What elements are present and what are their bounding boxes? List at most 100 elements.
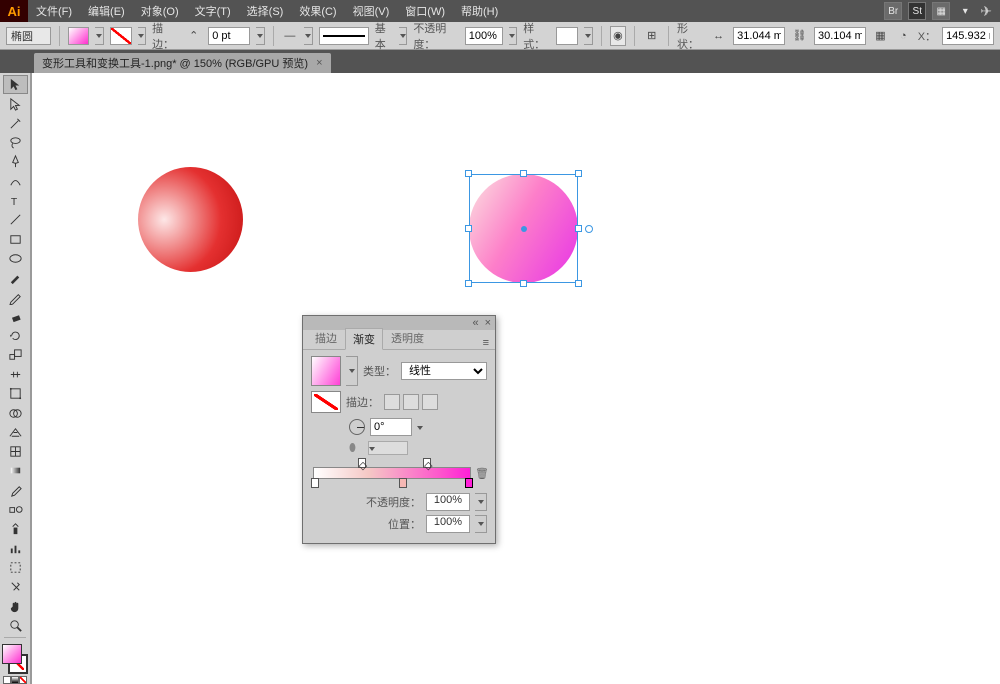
- gradient-preset-dropdown[interactable]: [346, 356, 358, 386]
- stroke-weight-input[interactable]: [208, 27, 250, 45]
- shape-builder-tool[interactable]: [3, 403, 28, 422]
- aspect-dropdown[interactable]: [368, 441, 408, 455]
- arrange-icon[interactable]: ▦: [932, 2, 950, 20]
- magic-wand-tool[interactable]: [3, 114, 28, 133]
- height-input[interactable]: [814, 27, 866, 45]
- dropdown-icon[interactable]: ▾: [956, 2, 974, 20]
- menu-file[interactable]: 文件(F): [28, 3, 80, 19]
- gradient-annotator-end[interactable]: [585, 225, 593, 233]
- menu-edit[interactable]: 编辑(E): [80, 3, 133, 19]
- width-input[interactable]: [733, 27, 785, 45]
- menu-select[interactable]: 选择(S): [239, 3, 292, 19]
- zoom-tool[interactable]: [3, 616, 28, 635]
- artboard-tool[interactable]: [3, 558, 28, 577]
- gradient-midpoint-2[interactable]: ◇: [423, 458, 431, 468]
- menu-view[interactable]: 视图(V): [345, 3, 398, 19]
- fill-dropdown[interactable]: [95, 27, 103, 45]
- stroke-weight-dropdown[interactable]: [256, 27, 264, 45]
- ref-point-icon[interactable]: ▦: [872, 26, 889, 46]
- menu-type[interactable]: 文字(T): [187, 3, 239, 19]
- menu-window[interactable]: 窗口(W): [397, 3, 453, 19]
- rotate-tool[interactable]: [3, 326, 28, 345]
- brush-dropdown[interactable]: [399, 27, 407, 45]
- scale-tool[interactable]: [3, 345, 28, 364]
- delete-stop-icon[interactable]: 🗑: [475, 467, 487, 481]
- stroke-grad-across[interactable]: [422, 394, 438, 410]
- gradient-stop-3[interactable]: [465, 478, 473, 488]
- slice-tool[interactable]: [3, 577, 28, 596]
- symbol-sprayer-tool[interactable]: [3, 519, 28, 538]
- column-graph-tool[interactable]: [3, 539, 28, 558]
- opacity-input[interactable]: [465, 27, 503, 45]
- stop-opacity-input[interactable]: 100%: [426, 493, 470, 511]
- gradient-stroke-swatch[interactable]: [311, 391, 341, 413]
- recolor-icon[interactable]: ◉: [610, 26, 627, 46]
- hand-tool[interactable]: [3, 596, 28, 615]
- stop-position-dropdown[interactable]: [475, 515, 487, 533]
- stroke-swatch[interactable]: [110, 27, 132, 45]
- gradient-panel[interactable]: « × 描边 渐变 透明度 ≡ 类型： 线性 描边：: [302, 315, 496, 544]
- var-width-icon[interactable]: —: [281, 26, 298, 46]
- close-tab-icon[interactable]: ×: [316, 57, 322, 69]
- curvature-tool[interactable]: [3, 172, 28, 191]
- line-tool[interactable]: [3, 210, 28, 229]
- document-tab[interactable]: 变形工具和变换工具-1.png* @ 150% (RGB/GPU 预览) ×: [34, 53, 331, 73]
- pie-icon[interactable]: ◔: [895, 26, 912, 46]
- link-wh-icon[interactable]: ⛓: [791, 26, 808, 46]
- fill-stroke-colors[interactable]: [2, 644, 28, 674]
- var-width-dropdown[interactable]: [304, 27, 312, 45]
- stroke-grad-within[interactable]: [384, 394, 400, 410]
- stroke-weight-down[interactable]: ⌃: [185, 26, 202, 46]
- brush-preview[interactable]: [319, 27, 369, 45]
- resize-handle-t[interactable]: [520, 170, 527, 177]
- panel-tab-gradient[interactable]: 渐变: [345, 328, 383, 350]
- menu-help[interactable]: 帮助(H): [453, 3, 506, 19]
- rectangle-tool[interactable]: [3, 230, 28, 249]
- menu-effect[interactable]: 效果(C): [291, 3, 344, 19]
- panel-tab-stroke[interactable]: 描边: [307, 327, 345, 349]
- bridge-icon[interactable]: Br: [884, 2, 902, 20]
- width-tool[interactable]: [3, 365, 28, 384]
- resize-handle-l[interactable]: [465, 225, 472, 232]
- style-swatch[interactable]: [556, 27, 578, 45]
- resize-handle-b[interactable]: [520, 280, 527, 287]
- resize-handle-r[interactable]: [575, 225, 582, 232]
- ellipse-tool[interactable]: [3, 249, 28, 268]
- shape-name[interactable]: 椭圆: [6, 27, 51, 45]
- menu-object[interactable]: 对象(O): [133, 3, 187, 19]
- panel-menu-icon[interactable]: ≡: [477, 337, 495, 349]
- gradient-preview-swatch[interactable]: [311, 356, 341, 386]
- fill-color-icon[interactable]: [2, 644, 22, 664]
- stock-icon[interactable]: St: [908, 2, 926, 20]
- eraser-tool[interactable]: [3, 307, 28, 326]
- gradient-slider[interactable]: ◇ ◇ 🗑: [313, 461, 485, 489]
- stroke-dropdown[interactable]: [138, 27, 146, 45]
- color-mode-none[interactable]: [19, 676, 27, 684]
- angle-input[interactable]: [370, 418, 412, 436]
- color-mode-gradient[interactable]: [11, 676, 19, 684]
- resize-handle-tr[interactable]: [575, 170, 582, 177]
- mesh-tool[interactable]: [3, 442, 28, 461]
- pencil-tool[interactable]: [3, 287, 28, 306]
- type-tool[interactable]: T: [3, 191, 28, 210]
- selected-object[interactable]: [469, 174, 578, 283]
- eyedropper-tool[interactable]: [3, 481, 28, 500]
- gradient-type-select[interactable]: 线性: [401, 362, 487, 380]
- perspective-grid-tool[interactable]: [3, 423, 28, 442]
- opacity-dropdown[interactable]: [509, 27, 517, 45]
- style-dropdown[interactable]: [584, 27, 592, 45]
- center-point-icon[interactable]: [521, 226, 527, 232]
- red-circle-object[interactable]: [138, 167, 243, 272]
- panel-close-icon[interactable]: ×: [485, 317, 491, 329]
- resize-handle-br[interactable]: [575, 280, 582, 287]
- panel-collapse-icon[interactable]: «: [472, 317, 478, 329]
- gradient-stop-2[interactable]: [399, 478, 407, 488]
- free-transform-tool[interactable]: [3, 384, 28, 403]
- angle-dropdown[interactable]: [417, 421, 423, 433]
- stop-position-input[interactable]: 100%: [426, 515, 470, 533]
- color-mode-solid[interactable]: [3, 676, 11, 684]
- stroke-grad-along[interactable]: [403, 394, 419, 410]
- direct-selection-tool[interactable]: [3, 94, 28, 113]
- blend-tool[interactable]: [3, 500, 28, 519]
- gradient-tool[interactable]: [3, 461, 28, 480]
